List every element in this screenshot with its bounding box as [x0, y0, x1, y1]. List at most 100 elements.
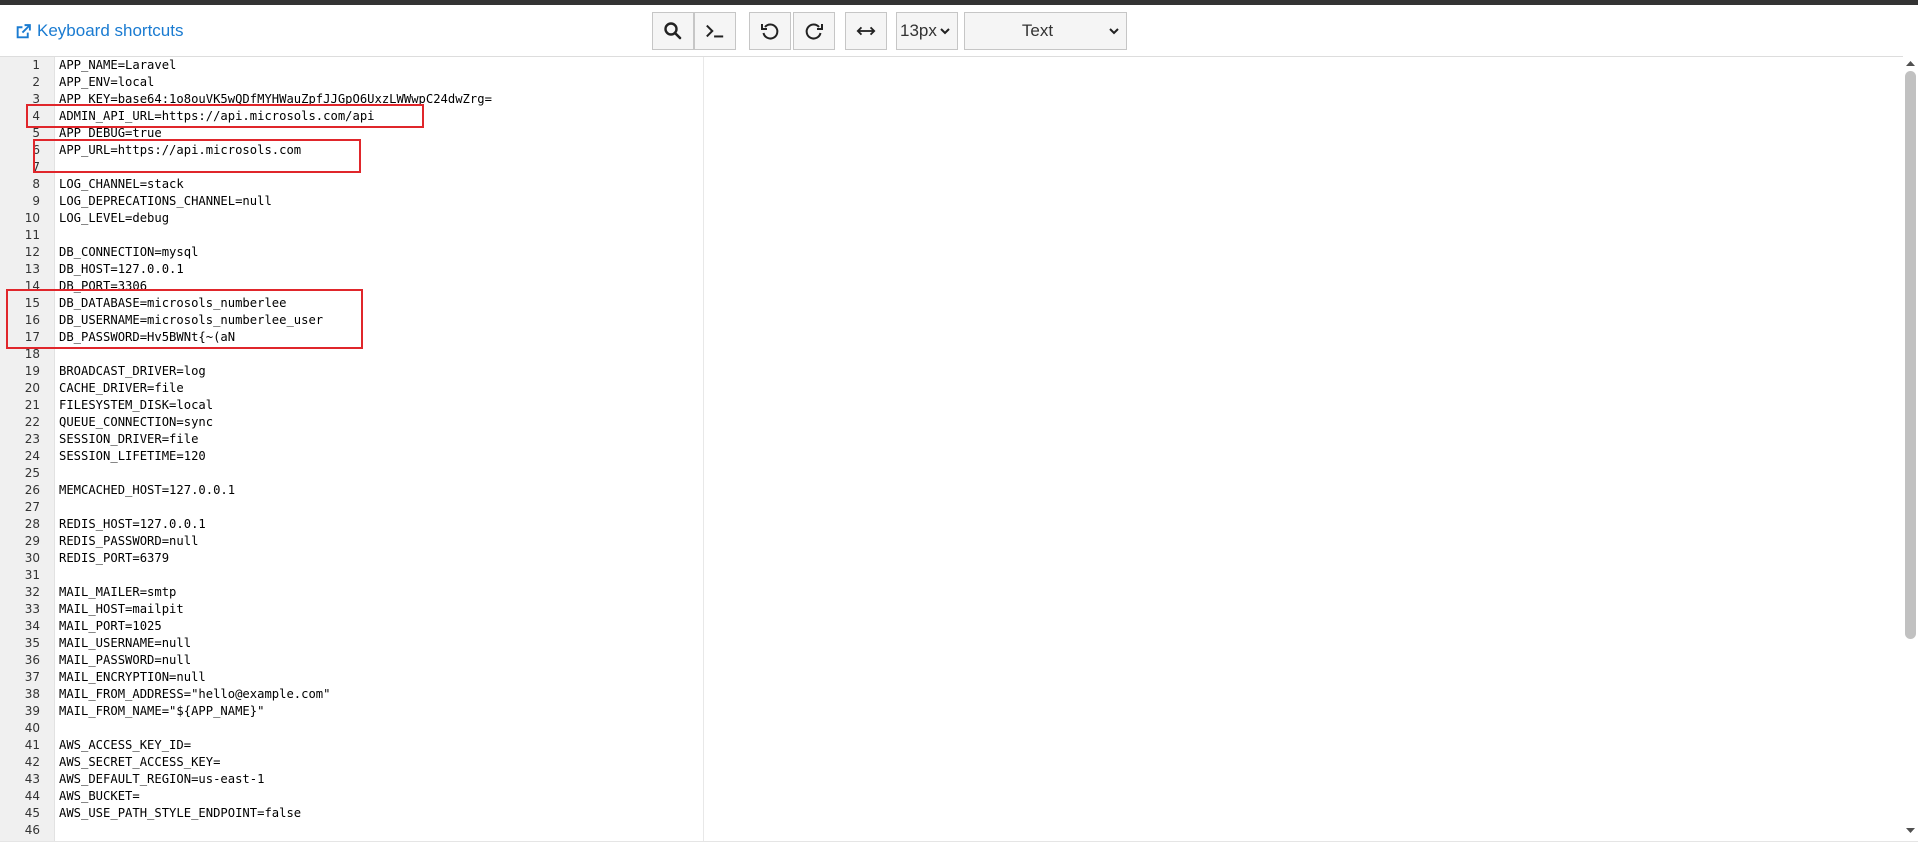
code-line[interactable]: 24 SESSION_LIFETIME=120 — [0, 448, 1900, 465]
horizontal-arrows-icon — [856, 26, 876, 36]
line-text: MAIL_PASSWORD=null — [59, 653, 192, 667]
code-line[interactable]: 34 MAIL_PORT=1025 — [0, 618, 1900, 635]
mode-select[interactable]: Text — [964, 12, 1127, 50]
line-number: 26 — [24, 483, 40, 497]
line-text: MEMCACHED_HOST=127.0.0.1 — [59, 483, 236, 497]
search-button[interactable] — [652, 12, 694, 50]
code-line[interactable]: 2 APP_ENV=local — [0, 74, 1900, 91]
redo-button[interactable] — [793, 12, 835, 50]
code-line[interactable]: 13 DB_HOST=127.0.0.1 — [0, 261, 1900, 278]
code-line[interactable]: 21 FILESYSTEM_DISK=local — [0, 397, 1900, 414]
line-text: AWS_DEFAULT_REGION=us-east-1 — [59, 772, 265, 786]
line-number: 40 — [24, 721, 40, 735]
line-text: MAIL_USERNAME=null — [59, 636, 192, 650]
code-line[interactable]: 27 — [0, 499, 1900, 516]
code-line[interactable]: 22 QUEUE_CONNECTION=sync — [0, 414, 1900, 431]
line-text: DB_CONNECTION=mysql — [59, 245, 199, 259]
line-text: MAIL_MAILER=smtp — [59, 585, 177, 599]
code-line[interactable]: 12 DB_CONNECTION=mysql — [0, 244, 1900, 261]
line-text: CACHE_DRIVER=file — [59, 381, 184, 395]
undo-button[interactable] — [749, 12, 791, 50]
code-line[interactable]: 26 MEMCACHED_HOST=127.0.0.1 — [0, 482, 1900, 499]
code-line[interactable]: 25 — [0, 465, 1900, 482]
code-line[interactable]: 11 — [0, 227, 1900, 244]
highlight-box-admin-api-url — [26, 104, 424, 128]
line-number: 43 — [24, 772, 40, 786]
code-line[interactable]: 29 REDIS_PASSWORD=null — [0, 533, 1900, 550]
line-text: LOG_DEPRECATIONS_CHANNEL=null — [59, 194, 272, 208]
line-number: 22 — [24, 415, 40, 429]
keyboard-shortcuts-link[interactable]: Keyboard shortcuts — [15, 20, 183, 42]
line-text: MAIL_HOST=mailpit — [59, 602, 184, 616]
line-text: DB_HOST=127.0.0.1 — [59, 262, 184, 276]
line-text: AWS_USE_PATH_STYLE_ENDPOINT=false — [59, 806, 302, 820]
chevron-down-icon — [1109, 28, 1119, 35]
code-line[interactable]: 20 CACHE_DRIVER=file — [0, 380, 1900, 397]
line-text: AWS_BUCKET= — [59, 789, 140, 803]
line-number: 13 — [24, 262, 40, 276]
code-line[interactable]: 10 LOG_LEVEL=debug — [0, 210, 1900, 227]
line-number: 33 — [24, 602, 40, 616]
line-number: 35 — [24, 636, 40, 650]
font-size-select[interactable]: 13px — [896, 12, 958, 50]
code-line[interactable]: 1 APP_NAME=Laravel — [0, 57, 1900, 74]
code-line[interactable]: 39 MAIL_FROM_NAME="${APP_NAME}" — [0, 703, 1900, 720]
code-line[interactable]: 33 MAIL_HOST=mailpit — [0, 601, 1900, 618]
code-line[interactable]: 8 LOG_CHANNEL=stack — [0, 176, 1900, 193]
editor-toolbar: Keyboard shortcuts 13px Text — [0, 5, 1918, 56]
code-line[interactable]: 30 REDIS_PORT=6379 — [0, 550, 1900, 567]
code-line[interactable]: 42 AWS_SECRET_ACCESS_KEY= — [0, 754, 1900, 771]
font-size-value: 13px — [900, 21, 937, 40]
terminal-button[interactable] — [694, 12, 736, 50]
line-number: 30 — [24, 551, 40, 565]
line-number: 27 — [24, 500, 40, 514]
highlight-box-db-credentials — [6, 289, 363, 349]
line-text: MAIL_FROM_NAME="${APP_NAME}" — [59, 704, 265, 718]
line-number: 8 — [32, 177, 40, 191]
code-line[interactable]: 38 MAIL_FROM_ADDRESS="hello@example.com" — [0, 686, 1900, 703]
code-line[interactable]: 36 MAIL_PASSWORD=null — [0, 652, 1900, 669]
line-text: LOG_CHANNEL=stack — [59, 177, 184, 191]
code-line[interactable]: 43 AWS_DEFAULT_REGION=us-east-1 — [0, 771, 1900, 788]
line-text: MAIL_PORT=1025 — [59, 619, 162, 633]
line-number: 11 — [24, 228, 40, 242]
code-line[interactable]: 40 — [0, 720, 1900, 737]
scrollbar-thumb[interactable] — [1905, 71, 1916, 639]
line-text: FILESYSTEM_DISK=local — [59, 398, 214, 412]
code-editor[interactable]: 1 APP_NAME=Laravel 2 APP_ENV=local 3 APP_KEY=… — [0, 56, 1918, 842]
vertical-scrollbar[interactable] — [1903, 56, 1918, 841]
scroll-down-arrow-icon[interactable] — [1905, 825, 1916, 836]
line-text: APP_NAME=Laravel — [59, 58, 177, 72]
code-line[interactable]: 31 — [0, 567, 1900, 584]
word-wrap-button[interactable] — [845, 12, 887, 50]
line-number: 38 — [24, 687, 40, 701]
line-number: 19 — [24, 364, 40, 378]
line-text: AWS_ACCESS_KEY_ID= — [59, 738, 192, 752]
scroll-up-arrow-icon[interactable] — [1905, 58, 1916, 69]
code-line[interactable]: 46 — [0, 822, 1900, 839]
code-line[interactable]: 35 MAIL_USERNAME=null — [0, 635, 1900, 652]
code-line[interactable]: 45 AWS_USE_PATH_STYLE_ENDPOINT=false — [0, 805, 1900, 822]
code-line[interactable]: 41 AWS_ACCESS_KEY_ID= — [0, 737, 1900, 754]
code-line[interactable]: 37 MAIL_ENCRYPTION=null — [0, 669, 1900, 686]
code-line[interactable]: 19 BROADCAST_DRIVER=log — [0, 363, 1900, 380]
line-number: 2 — [32, 75, 40, 89]
line-text: MAIL_ENCRYPTION=null — [59, 670, 206, 684]
line-number: 24 — [24, 449, 40, 463]
line-number: 32 — [24, 585, 40, 599]
line-number: 39 — [24, 704, 40, 718]
line-number: 36 — [24, 653, 40, 667]
code-line[interactable]: 44 AWS_BUCKET= — [0, 788, 1900, 805]
line-number: 21 — [24, 398, 40, 412]
line-text: LOG_LEVEL=debug — [59, 211, 170, 225]
code-line[interactable]: 32 MAIL_MAILER=smtp — [0, 584, 1900, 601]
code-line[interactable]: 28 REDIS_HOST=127.0.0.1 — [0, 516, 1900, 533]
line-number: 42 — [24, 755, 40, 769]
line-number: 29 — [24, 534, 40, 548]
code-line[interactable]: 23 SESSION_DRIVER=file — [0, 431, 1900, 448]
line-number: 28 — [24, 517, 40, 531]
terminal-icon — [706, 24, 724, 38]
line-number: 9 — [32, 194, 40, 208]
line-number: 37 — [24, 670, 40, 684]
code-line[interactable]: 9 LOG_DEPRECATIONS_CHANNEL=null — [0, 193, 1900, 210]
